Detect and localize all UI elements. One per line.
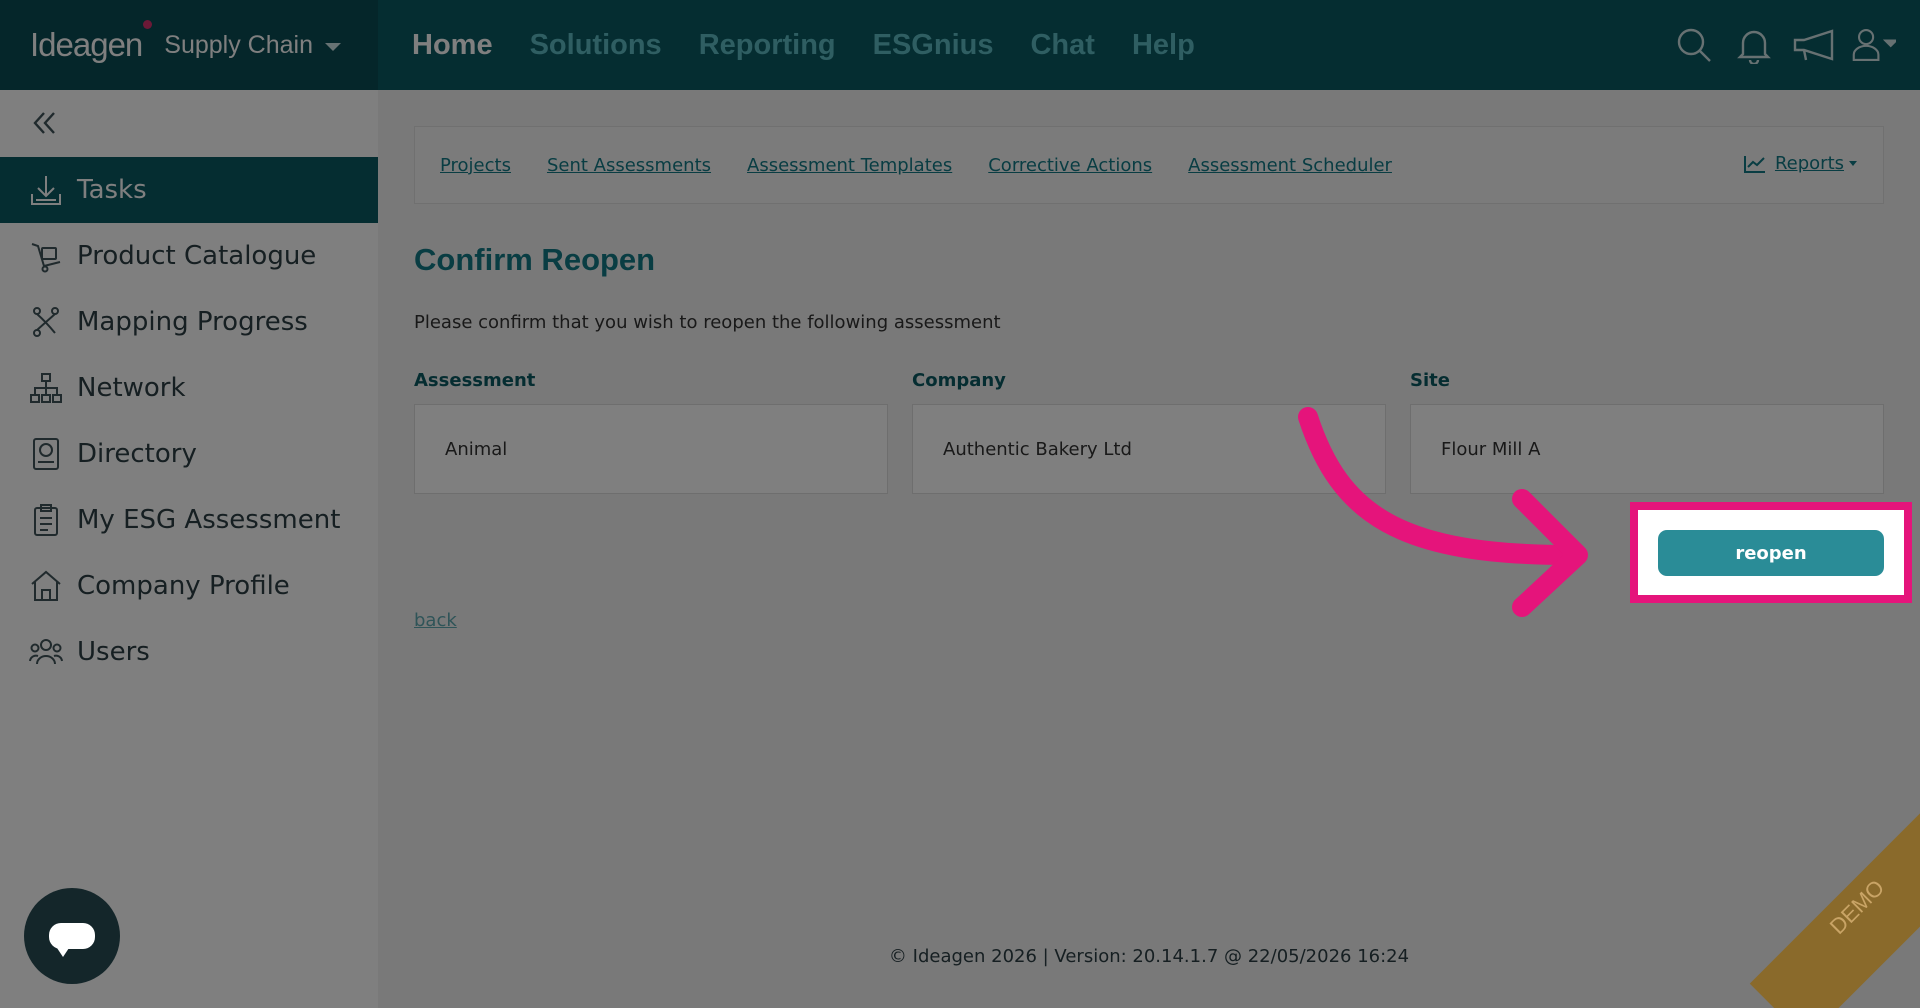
reopen-button[interactable]: reopen [1658,530,1884,576]
chat-widget[interactable] [24,888,120,984]
chat-icon [49,923,95,957]
annotation-arrow [1298,407,1588,617]
